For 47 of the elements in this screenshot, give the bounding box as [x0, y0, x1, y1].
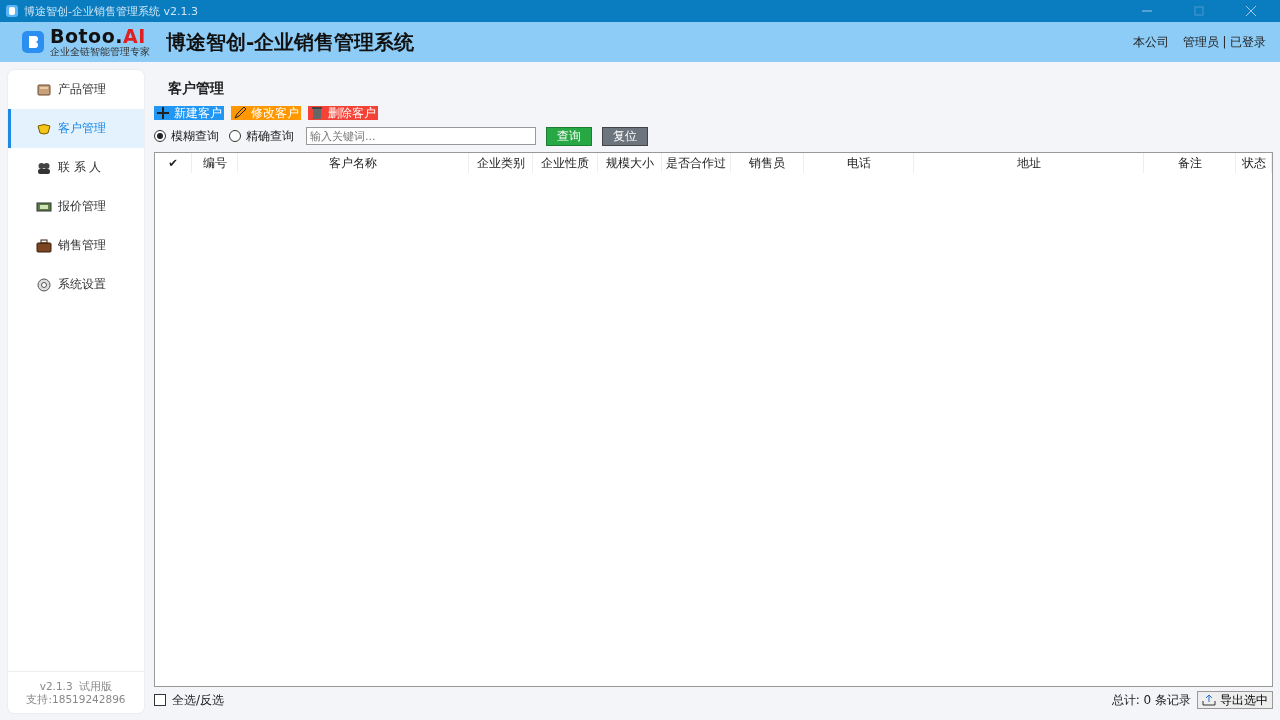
- column-header[interactable]: 备注: [1144, 153, 1236, 173]
- column-header[interactable]: 状态: [1236, 153, 1272, 173]
- trash-icon: [310, 106, 324, 120]
- column-header[interactable]: 电话: [804, 153, 914, 173]
- sidebar-item[interactable]: 系统设置: [8, 265, 144, 304]
- checkbox[interactable]: [154, 694, 166, 706]
- radio-button[interactable]: [229, 130, 241, 142]
- settings-icon: [36, 276, 52, 293]
- user-status: 管理员 | 已登录: [1182, 34, 1266, 50]
- search-field[interactable]: 输入关键词...: [306, 127, 536, 145]
- radio-label: 模糊查询: [171, 128, 219, 144]
- column-header[interactable]: 客户名称: [238, 153, 469, 173]
- close-icon[interactable]: [1244, 5, 1258, 17]
- column-header[interactable]: 企业类别: [469, 153, 533, 173]
- page-title: 客户管理: [168, 80, 224, 98]
- support-phone: 支持:18519242896: [26, 693, 126, 707]
- export-button[interactable]: 导出选中: [1197, 691, 1273, 709]
- upload-icon: [1202, 694, 1216, 706]
- sidebar-item[interactable]: 产品管理: [8, 70, 144, 109]
- record-count: 总计: 0 条记录: [1111, 691, 1191, 709]
- logo-text: Botoo.AI: [50, 27, 146, 46]
- column-header[interactable]: 是否合作过: [662, 153, 731, 173]
- column-header[interactable]: 编号: [192, 153, 238, 173]
- briefcase-icon: [36, 237, 52, 254]
- box-icon: [36, 81, 52, 98]
- column-header[interactable]: ✔: [155, 153, 192, 173]
- version-label: v2.1.3 试用版: [39, 679, 113, 694]
- radio-label: 精确查询: [246, 128, 294, 144]
- radio-button[interactable]: [154, 130, 166, 142]
- logo-icon: [22, 31, 44, 53]
- plus-icon: [156, 106, 170, 120]
- column-header[interactable]: 地址: [914, 153, 1144, 173]
- logo-tagline: 企业全链智能管理专家: [50, 47, 150, 57]
- company-label: 本公司: [1132, 34, 1169, 50]
- reset-button[interactable]: 复位: [602, 126, 648, 146]
- column-header[interactable]: 销售员: [731, 153, 804, 173]
- sidebar-item[interactable]: 销售管理: [8, 226, 144, 265]
- window-title: 博途智创-企业销售管理系统 v2.1.3: [24, 3, 198, 19]
- pencil-icon: [233, 106, 247, 120]
- delete-customer-button[interactable]: 删除客户: [308, 106, 378, 120]
- app-icon: [6, 5, 18, 17]
- column-header[interactable]: 规模大小: [598, 153, 662, 173]
- app-title: 博途智创-企业销售管理系统: [166, 28, 415, 56]
- sidebar-item[interactable]: 报价管理: [8, 187, 144, 226]
- select-all-label: 全选/反选: [172, 691, 225, 709]
- column-header[interactable]: 企业性质: [533, 153, 598, 173]
- sidebar-item[interactable]: 联 系 人: [8, 148, 144, 187]
